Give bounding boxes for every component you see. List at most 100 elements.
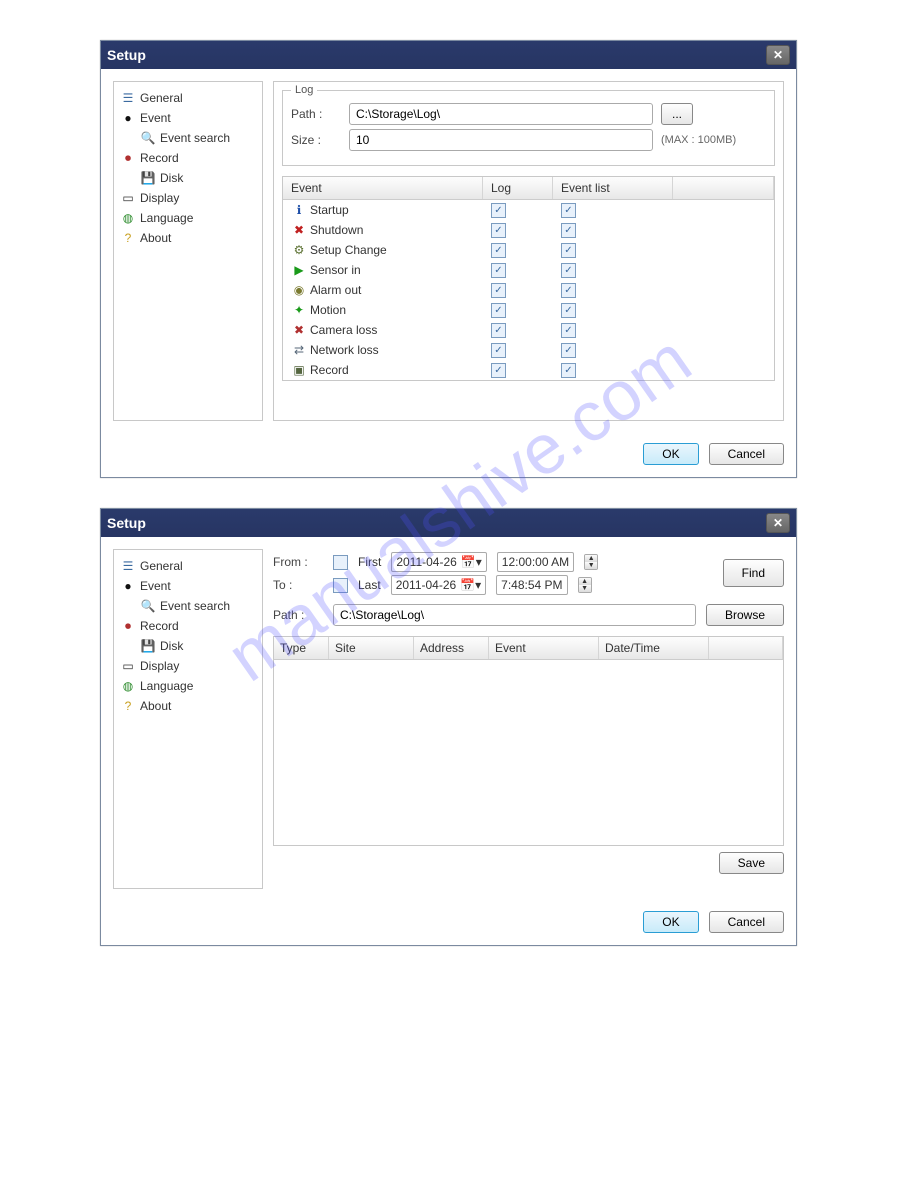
sidebar-item-label: Language bbox=[140, 211, 193, 225]
sidebar: ☰General●Event🔍Event search⏺Record💾Disk▭… bbox=[113, 549, 263, 889]
sidebar-item-general[interactable]: ☰General bbox=[118, 88, 258, 108]
eventlist-checkbox[interactable]: ✓ bbox=[561, 203, 576, 218]
event-row: ✦Motion✓✓ bbox=[283, 300, 774, 320]
event-label: Alarm out bbox=[310, 283, 361, 297]
eventlist-checkbox[interactable]: ✓ bbox=[561, 343, 576, 358]
event-row: ℹStartup✓✓ bbox=[283, 200, 774, 220]
record-icon: ▣ bbox=[291, 362, 307, 378]
search-path-input[interactable] bbox=[333, 604, 696, 626]
from-time-spinner[interactable]: ▲▼ bbox=[584, 554, 598, 570]
eventsearch-icon: 🔍 bbox=[140, 130, 156, 146]
setup-dialog-event: Setup ✕ ☰General●Event🔍Event search⏺Reco… bbox=[100, 40, 797, 478]
disk-icon: 💾 bbox=[140, 638, 156, 654]
sensor-icon: ▶ bbox=[291, 262, 307, 278]
eventlist-checkbox[interactable]: ✓ bbox=[561, 223, 576, 238]
log-checkbox[interactable]: ✓ bbox=[491, 223, 506, 238]
event-label: Motion bbox=[310, 303, 346, 317]
sidebar-item-label: Event bbox=[140, 111, 171, 125]
from-date-value: 2011-04-26 bbox=[396, 555, 457, 569]
sidebar-item-record[interactable]: ⏺Record bbox=[118, 148, 258, 168]
calendar-icon: 📅▾ bbox=[460, 578, 481, 592]
sidebar-item-label: About bbox=[140, 699, 171, 713]
sidebar-item-display[interactable]: ▭Display bbox=[118, 656, 258, 676]
close-button[interactable]: ✕ bbox=[766, 45, 790, 65]
log-group-title: Log bbox=[291, 84, 317, 96]
sidebar: ☰General●Event🔍Event search⏺Record💾Disk▭… bbox=[113, 81, 263, 421]
to-date-picker[interactable]: 2011-04-26 📅▾ bbox=[391, 575, 486, 595]
path-label: Path : bbox=[273, 608, 323, 622]
log-checkbox[interactable]: ✓ bbox=[491, 343, 506, 358]
from-time-value: 12:00:00 AM bbox=[502, 555, 569, 569]
cancel-button[interactable]: Cancel bbox=[709, 443, 784, 465]
display-icon: ▭ bbox=[120, 658, 136, 674]
find-button[interactable]: Find bbox=[723, 559, 784, 587]
sidebar-item-about[interactable]: ?About bbox=[118, 696, 258, 716]
sidebar-item-language[interactable]: ◍Language bbox=[118, 676, 258, 696]
size-label: Size : bbox=[291, 133, 341, 147]
eventlist-checkbox[interactable]: ✓ bbox=[561, 323, 576, 338]
log-checkbox[interactable]: ✓ bbox=[491, 303, 506, 318]
sidebar-item-general[interactable]: ☰General bbox=[118, 556, 258, 576]
last-checkbox[interactable] bbox=[333, 578, 348, 593]
event-label: Network loss bbox=[310, 343, 379, 357]
col-log: Log bbox=[483, 177, 553, 199]
to-time-input[interactable]: 7:48:54 PM bbox=[496, 575, 567, 595]
close-button[interactable]: ✕ bbox=[766, 513, 790, 533]
sidebar-item-eventsearch[interactable]: 🔍Event search bbox=[118, 128, 258, 148]
display-icon: ▭ bbox=[120, 190, 136, 206]
browse-button[interactable]: Browse bbox=[706, 604, 784, 626]
titlebar: Setup ✕ bbox=[101, 509, 796, 537]
sidebar-item-disk[interactable]: 💾Disk bbox=[118, 168, 258, 188]
log-size-input[interactable] bbox=[349, 129, 653, 151]
eventlist-checkbox[interactable]: ✓ bbox=[561, 303, 576, 318]
log-checkbox[interactable]: ✓ bbox=[491, 263, 506, 278]
about-icon: ? bbox=[120, 230, 136, 246]
sidebar-item-record[interactable]: ⏺Record bbox=[118, 616, 258, 636]
record-icon: ⏺ bbox=[120, 618, 136, 634]
log-checkbox[interactable]: ✓ bbox=[491, 283, 506, 298]
save-button[interactable]: Save bbox=[719, 852, 784, 874]
eventlist-checkbox[interactable]: ✓ bbox=[561, 283, 576, 298]
eventlist-checkbox[interactable]: ✓ bbox=[561, 243, 576, 258]
sidebar-item-eventsearch[interactable]: 🔍Event search bbox=[118, 596, 258, 616]
eventlist-checkbox[interactable]: ✓ bbox=[561, 263, 576, 278]
max-hint: (MAX : 100MB) bbox=[661, 134, 736, 146]
sidebar-item-event[interactable]: ●Event bbox=[118, 108, 258, 128]
from-time-input[interactable]: 12:00:00 AM bbox=[497, 552, 574, 572]
sidebar-item-label: Display bbox=[140, 191, 179, 205]
log-path-input[interactable] bbox=[349, 103, 653, 125]
eventlist-checkbox[interactable]: ✓ bbox=[561, 363, 576, 378]
to-label: To : bbox=[273, 578, 323, 592]
calendar-icon: 📅▾ bbox=[461, 555, 482, 569]
sidebar-item-disk[interactable]: 💾Disk bbox=[118, 636, 258, 656]
col-type: Type bbox=[274, 637, 329, 659]
sidebar-item-language[interactable]: ◍ Language bbox=[118, 208, 258, 228]
dialog-title: Setup bbox=[107, 515, 146, 531]
last-label: Last bbox=[358, 578, 381, 592]
log-checkbox[interactable]: ✓ bbox=[491, 363, 506, 378]
event-row: ◉Alarm out✓✓ bbox=[283, 280, 774, 300]
event-label: Record bbox=[310, 363, 349, 377]
language-icon: ◍ bbox=[120, 210, 136, 226]
ok-button[interactable]: OK bbox=[643, 443, 698, 465]
event-label: Camera loss bbox=[310, 323, 377, 337]
sidebar-item-label: Language bbox=[140, 679, 193, 693]
log-checkbox[interactable]: ✓ bbox=[491, 243, 506, 258]
network-icon: ⇄ bbox=[291, 342, 307, 358]
browse-button[interactable]: ... bbox=[661, 103, 693, 125]
sidebar-item-about[interactable]: ?About bbox=[118, 228, 258, 248]
from-date-picker[interactable]: 2011-04-26 📅▾ bbox=[391, 552, 486, 572]
cancel-button[interactable]: Cancel bbox=[709, 911, 784, 933]
log-checkbox[interactable]: ✓ bbox=[491, 323, 506, 338]
to-time-spinner[interactable]: ▲▼ bbox=[578, 577, 592, 593]
sidebar-item-label: General bbox=[140, 91, 183, 105]
ok-button[interactable]: OK bbox=[643, 911, 698, 933]
from-label: From : bbox=[273, 555, 323, 569]
log-checkbox[interactable]: ✓ bbox=[491, 203, 506, 218]
sidebar-item-display[interactable]: ▭ Display bbox=[118, 188, 258, 208]
sidebar-item-event[interactable]: ●Event bbox=[118, 576, 258, 596]
event-label: Startup bbox=[310, 203, 349, 217]
first-checkbox[interactable] bbox=[333, 555, 348, 570]
titlebar: Setup ✕ bbox=[101, 41, 796, 69]
event-row: ⇄Network loss ✓ ✓ bbox=[283, 340, 774, 360]
